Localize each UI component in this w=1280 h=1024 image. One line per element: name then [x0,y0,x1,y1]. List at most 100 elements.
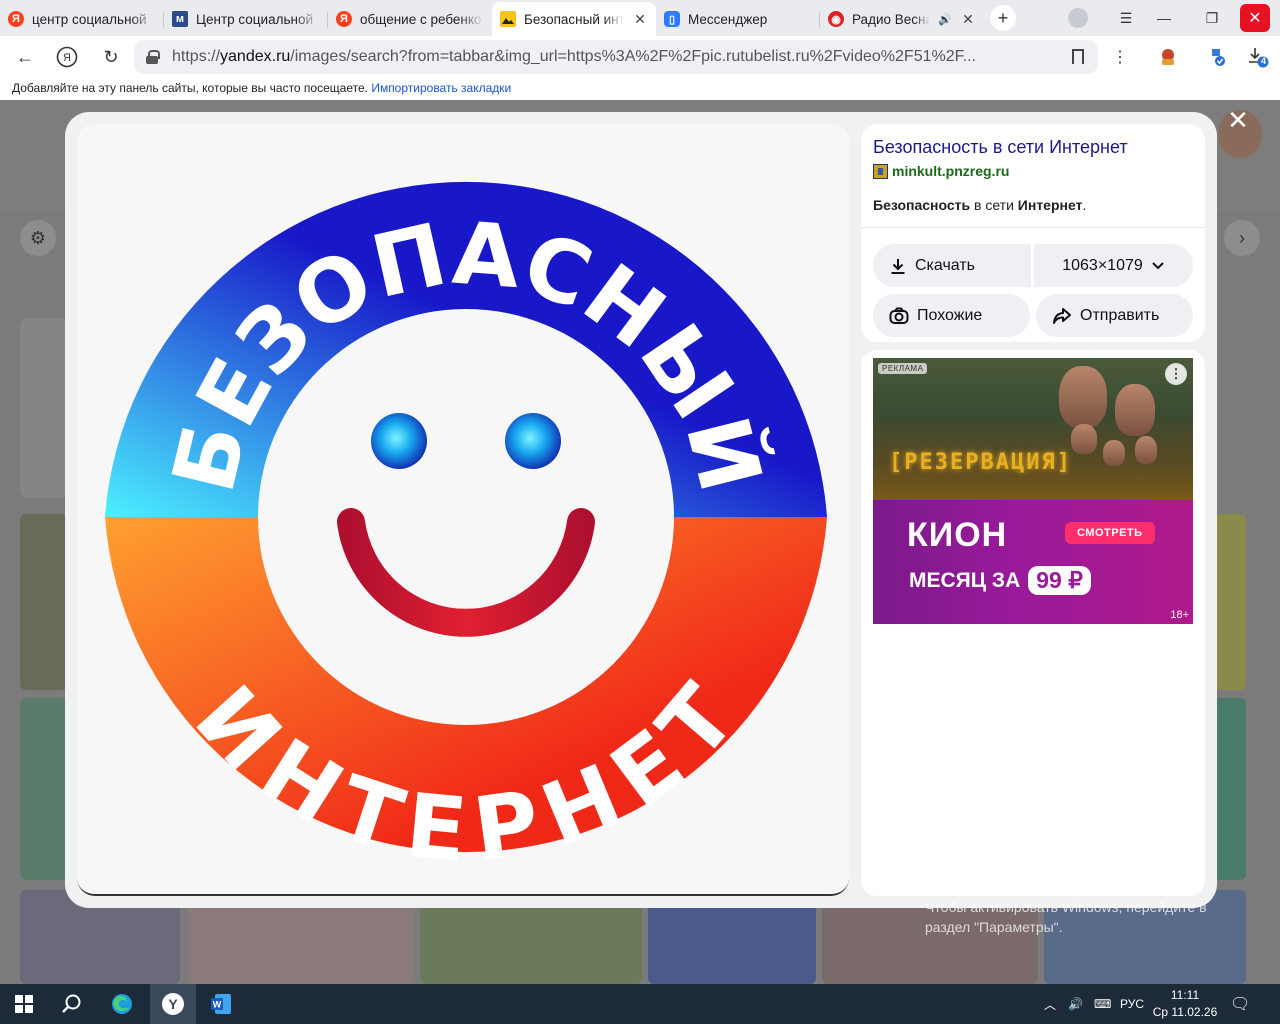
size-select-button[interactable]: 1063×1079 [1034,244,1193,287]
svg-text:Я: Я [63,52,71,64]
site-icon: м [172,11,188,27]
page-card [20,318,68,498]
source-site-link[interactable]: minkult.pnzreg.ru [873,163,1009,179]
ad-offer-area: КИОН СМОТРЕТЬ МЕСЯЦ ЗА 99 ₽ 18+ [873,500,1193,624]
import-bookmarks-link[interactable]: Импортировать закладки [371,81,511,95]
downloads-icon[interactable]: 4 [1246,46,1270,68]
ad-movie-title: [РЕЗЕРВАЦИЯ] [889,450,1072,475]
filters-icon[interactable]: ⚙ [20,220,56,256]
notifications-icon[interactable]: 🗨 [1230,984,1250,1024]
ad-movie-poster [873,358,1193,500]
radio-icon: ◉ [828,11,844,27]
more-options-icon[interactable]: ⋮ [1165,363,1187,385]
modal-close-icon[interactable]: ✕ [1224,105,1252,135]
ad-poster-figure [1059,366,1107,428]
network-icon[interactable]: ⌨ [1094,984,1111,1024]
image-thumbnail[interactable] [1214,514,1246,690]
show-hidden-icons[interactable]: ︿ [1044,984,1056,1024]
download-button[interactable]: Скачать [873,244,1031,287]
clock[interactable]: 11:11 Ср 11.02.26 [1152,987,1218,1021]
tab-title: Мессенджер [688,11,768,27]
advertisement-banner[interactable]: РЕКЛАМА ⋮ [РЕЗЕРВАЦИЯ] КИОН СМОТРЕТЬ МЕС… [873,358,1193,624]
browser-toolbar: ← Я ↻ https://yandex.ru/images/search?fr… [0,36,1280,78]
right-eye [505,413,561,469]
tab-title: центр социальной [32,11,147,27]
clock-date: Ср 11.02.26 [1152,1005,1218,1019]
profile-icon[interactable] [1068,8,1088,28]
ad-price: 99 ₽ [1028,566,1091,595]
tab-close-icon[interactable]: ✕ [632,11,648,28]
window-close-button[interactable]: ✕ [1240,4,1270,32]
bookmark-icon[interactable] [1072,49,1084,64]
tab-1[interactable]: Я центр социальной [0,4,164,34]
ad-poster-figure [1135,436,1157,464]
tab-title: Радио Весна С [852,11,931,27]
reload-button[interactable]: ↻ [98,45,124,69]
taskbar: Y W ︿ 🔊 ⌨ РУС 11:11 Ср 11.02.26 🗨 [0,984,1280,1024]
ad-panel: РЕКЛАМА ⋮ [РЕЗЕРВАЦИЯ] КИОН СМОТРЕТЬ МЕС… [861,350,1205,896]
edge-browser-icon[interactable] [98,984,146,1024]
clock-time: 11:11 [1170,988,1200,1002]
share-button[interactable]: Отправить [1036,294,1193,337]
image-preview[interactable]: БЕЗОПАСНЫЙ ИНТЕРНЕТ [77,124,849,896]
source-site-text: minkult.pnzreg.ru [892,163,1010,179]
safe-internet-logo: БЕЗОПАСНЫЙ ИНТЕРНЕТ [77,124,849,894]
windows-activation-watermark: Активация Windows Чтобы активировать Win… [925,876,1245,937]
restore-icon[interactable]: ❐ [1194,0,1230,36]
back-button[interactable]: ← [12,45,38,69]
images-icon [500,11,516,27]
svg-text:Y: Y [168,996,178,1012]
bookmarks-bar: Добавляйте на эту панель сайты, которые … [0,78,1280,100]
ad-age-rating: 18+ [1170,609,1189,621]
camera-icon [889,307,909,324]
yandex-browser-icon[interactable]: Y [150,984,196,1024]
image-thumbnail[interactable] [1214,698,1246,880]
svg-text:W: W [213,1000,222,1010]
similar-button[interactable]: Похожие [873,294,1030,337]
chevron-right-icon[interactable]: › [1224,220,1260,256]
image-viewer-modal: БЕЗОПАСНЫЙ ИНТЕРНЕТ Безопасность в сети … [65,112,1217,908]
image-title-link[interactable]: Безопасность в сети Интернет [873,137,1128,158]
yandex-icon: Я [336,11,352,27]
chevron-down-icon [1152,261,1164,269]
lock-icon [146,50,160,64]
yandex-home-button[interactable]: Я [54,45,80,69]
image-thumbnail[interactable] [20,698,68,880]
download-badge: 4 [1261,56,1267,66]
volume-icon[interactable]: 🔊 [1068,984,1083,1024]
tab-close-icon[interactable]: ✕ [960,11,976,28]
language-indicator[interactable]: РУС [1120,984,1144,1024]
ad-poster-figure [1071,424,1097,454]
windows-start-icon[interactable] [0,984,48,1024]
download-label: Скачать [915,256,975,274]
divider [861,227,1205,228]
tab-6[interactable]: ◉ Радио Весна С 🔊 ✕ [820,4,984,34]
new-tab-button[interactable]: + [990,5,1016,31]
ad-poster-figure [1103,440,1125,466]
download-icon [891,258,905,274]
more-icon[interactable]: ⋮ [1108,46,1132,68]
ad-brand: КИОН [907,516,1008,554]
tab-3[interactable]: Я общение с ребенко [328,4,492,34]
minimize-icon[interactable]: — [1146,0,1182,36]
image-info-card: Безопасность в сети Интернет minkult.pnz… [861,124,1205,342]
tab-5[interactable]: ▯ Мессенджер [656,4,820,34]
image-description: Безопасность в сети Интернет. [873,197,1087,213]
extension-icon[interactable] [1156,46,1180,68]
ad-watch-button[interactable]: СМОТРЕТЬ [1065,522,1155,544]
yandex-icon: Я [8,11,24,27]
share-label: Отправить [1080,306,1160,324]
address-bar[interactable]: https://yandex.ru/images/search?from=tab… [134,40,1098,74]
left-eye [371,413,427,469]
shield-icon[interactable] [1204,46,1228,68]
menu-icon[interactable]: ☰ [1108,0,1144,36]
activation-title: Активация Windows [925,876,1091,896]
search-icon[interactable] [48,984,96,1024]
image-thumbnail[interactable] [20,514,68,690]
ad-offer-text: МЕСЯЦ ЗА [909,568,1021,592]
speaker-icon[interactable]: 🔊 [938,13,952,26]
word-icon[interactable]: W [198,984,244,1024]
tab-2[interactable]: м Центр социальной [164,4,328,34]
tab-4-active[interactable]: Безопасный инте ✕ [492,2,656,36]
site-favicon-icon [873,163,888,179]
